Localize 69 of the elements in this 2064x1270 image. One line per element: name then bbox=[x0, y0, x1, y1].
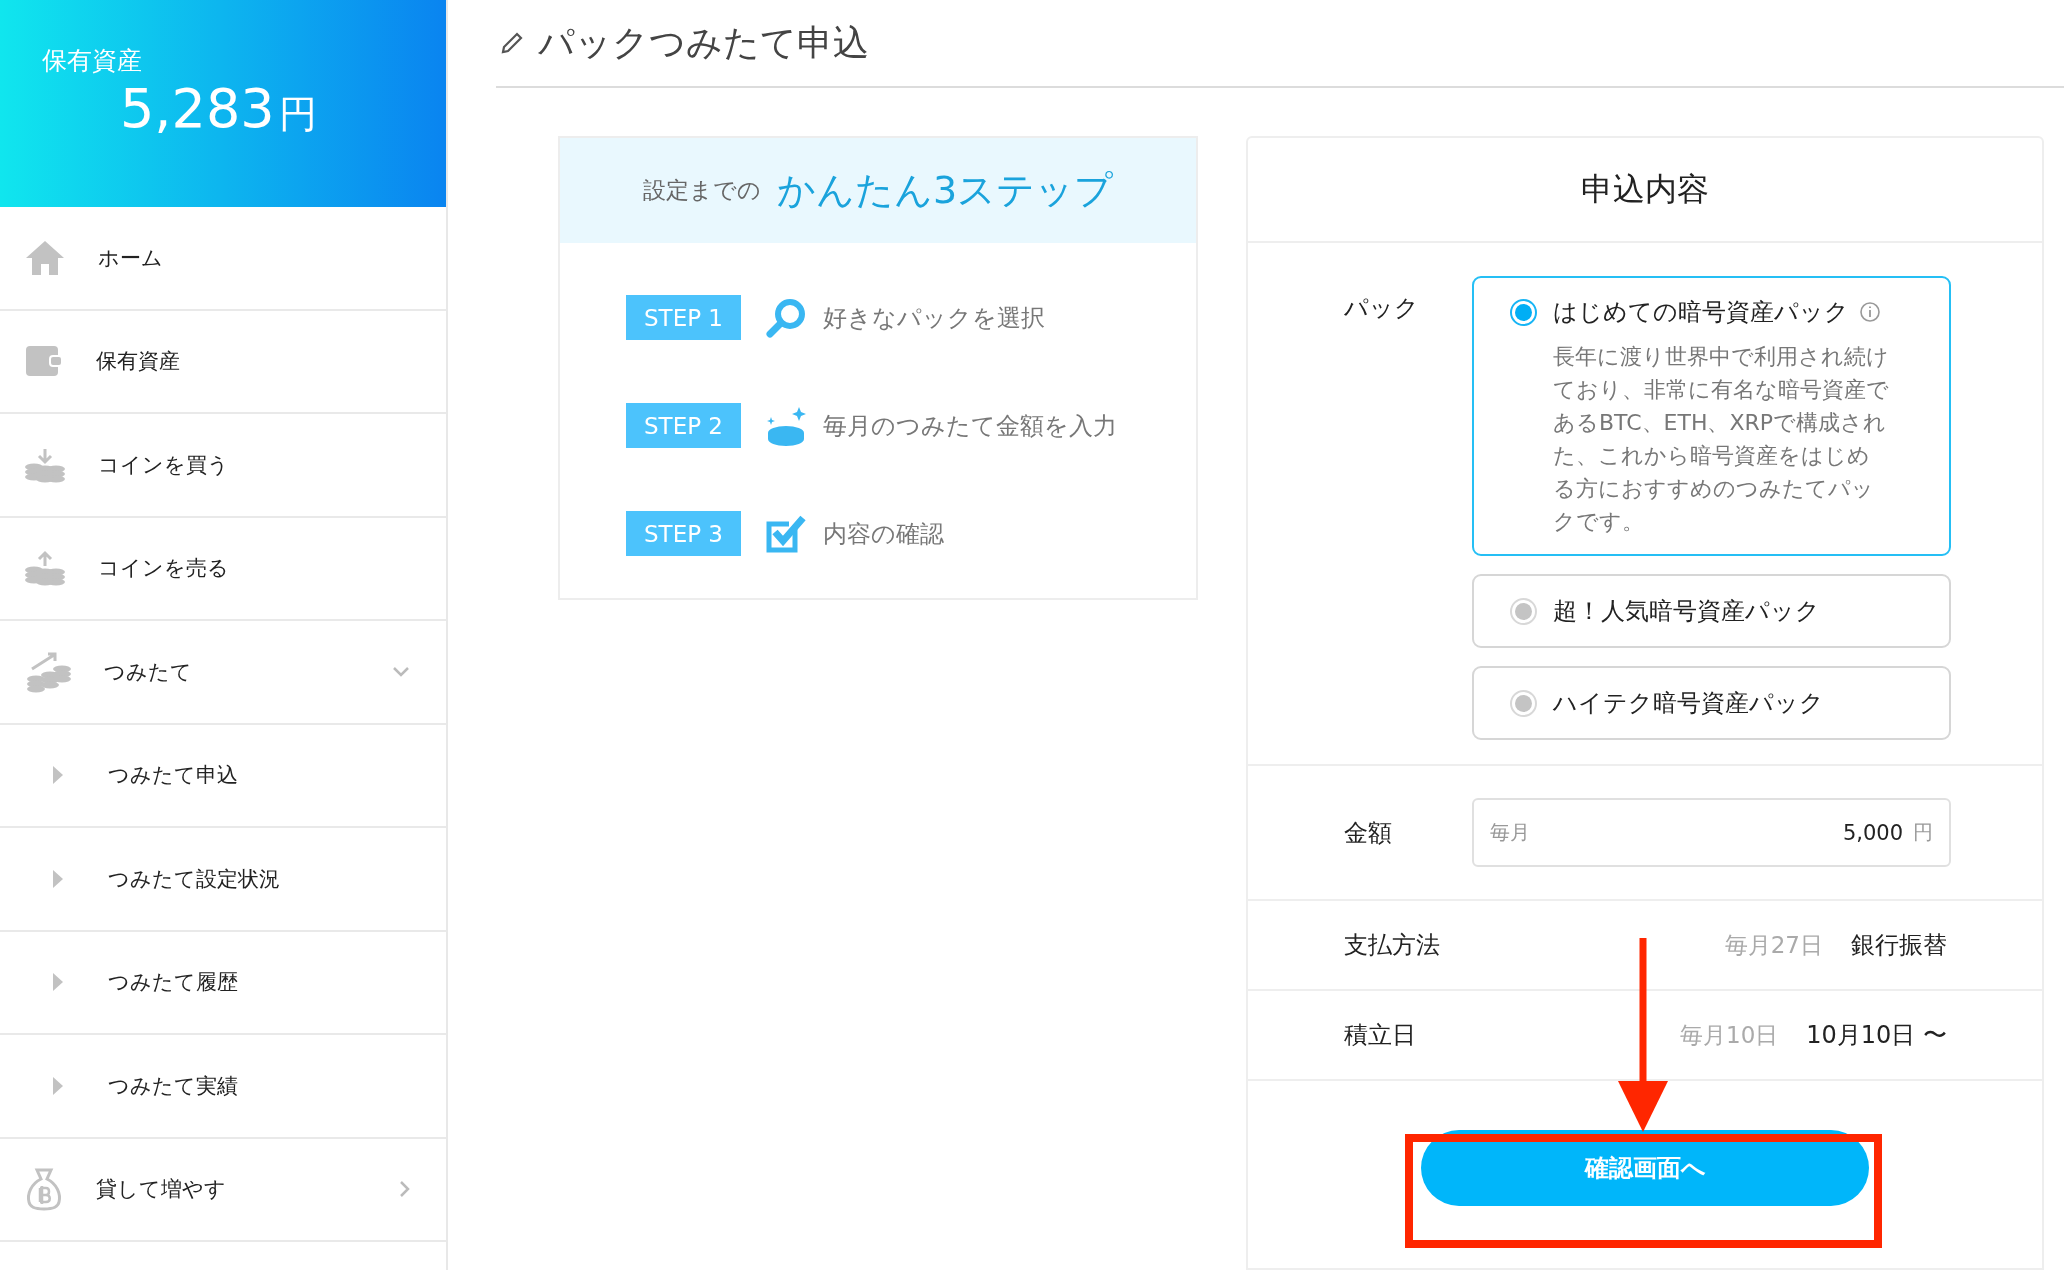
balance-label: 保有資産 bbox=[42, 45, 142, 77]
pack-name: ハイテク暗号資産パック bbox=[1553, 688, 1824, 719]
radio-button[interactable] bbox=[1510, 597, 1537, 625]
sidebar-item-label: 保有資産 bbox=[96, 348, 180, 376]
pack-name: 超！人気暗号資産パック bbox=[1553, 596, 1820, 627]
sidebar-subitem[interactable]: つみたて実績 bbox=[0, 1035, 446, 1139]
sidebar-item[interactable]: コインを売る bbox=[0, 517, 446, 621]
panel-title: 申込内容 bbox=[1581, 168, 1709, 210]
money-bag-icon bbox=[24, 1167, 64, 1212]
sidebar-item-label: ホーム bbox=[98, 244, 163, 272]
sidebar-item-label: つみたて実績 bbox=[108, 1072, 238, 1100]
sidebar-item[interactable]: 貸して増やす bbox=[0, 1138, 446, 1242]
sidebar-item-label: つみたて履歴 bbox=[108, 969, 238, 997]
field-label: 金額 bbox=[1343, 817, 1393, 849]
step-text: 内容の確認 bbox=[823, 518, 944, 550]
sidebar-subitem[interactable]: つみたて申込 bbox=[0, 724, 446, 828]
pack-option[interactable]: 超！人気暗号資産パック bbox=[1472, 574, 1951, 648]
checkbox-icon bbox=[765, 513, 807, 554]
pack-option[interactable]: はじめての暗号資産パック 長年に渡り世界中で利用され続けており、非常に有名な暗号資産であるBTC、ETH、XRPで構成された、これから暗号資産をはじめる方におすすめのつみたてパックです。 bbox=[1472, 276, 1951, 556]
sidebar-item-label: コインを売る bbox=[98, 555, 229, 583]
pencil-icon bbox=[500, 31, 524, 55]
coin-stack-icon bbox=[24, 650, 72, 693]
coin-stack-icon bbox=[24, 550, 66, 587]
steps-lead: 設定までの bbox=[642, 176, 761, 205]
sidebar-item[interactable]: つみたて bbox=[0, 621, 446, 725]
sidebar-item[interactable]: コインを買う bbox=[0, 414, 446, 518]
field-label: 支払方法 bbox=[1343, 930, 1441, 961]
wallet-icon bbox=[24, 344, 64, 379]
triangle-right-icon bbox=[52, 972, 64, 993]
steps-headline: かんたん3ステップ bbox=[776, 167, 1114, 214]
pack-description: 長年に渡り世界中で利用され続けており、非常に有名な暗号資産であるBTC、ETH、XRPで構成された、これから暗号資産をはじめる方におすすめのつみたてパックです。 bbox=[1553, 343, 1890, 536]
sidebar-subitem[interactable]: つみたて履歴 bbox=[0, 931, 446, 1035]
step-text: 毎月のつみたて金額を入力 bbox=[823, 410, 1117, 442]
triangle-right-icon bbox=[52, 1075, 64, 1096]
coin-stack-icon bbox=[24, 446, 66, 483]
radio-button[interactable] bbox=[1510, 298, 1537, 326]
page-title: パックつみたて申込 bbox=[538, 20, 869, 65]
sidebar-item[interactable]: ホーム bbox=[0, 207, 446, 311]
field-prefix: 毎月 bbox=[1490, 819, 1530, 846]
radio-button[interactable] bbox=[1510, 689, 1537, 717]
sidebar-subitem[interactable]: つみたて設定状況 bbox=[0, 828, 446, 932]
info-icon[interactable] bbox=[1859, 301, 1881, 323]
search-icon bbox=[765, 296, 807, 339]
pack-option[interactable]: ハイテク暗号資産パック bbox=[1472, 666, 1951, 740]
field-label: パック bbox=[1343, 293, 1420, 324]
currency-unit: 円 bbox=[278, 91, 317, 138]
triangle-right-icon bbox=[52, 868, 64, 889]
sidebar-item-label: つみたて設定状況 bbox=[108, 865, 280, 893]
field-note: 毎月10日 bbox=[1680, 1020, 1779, 1050]
step-badge: STEP 1 bbox=[626, 295, 741, 340]
sidebar-item-label: コインを買う bbox=[98, 451, 229, 479]
step-badge: STEP 3 bbox=[626, 511, 741, 556]
step-badge: STEP 2 bbox=[626, 403, 741, 448]
amount-field[interactable]: 毎月 5,000 円 bbox=[1472, 798, 1951, 867]
sidebar-item-label: 貸して増やす bbox=[96, 1176, 226, 1204]
field-value: 10月10日 〜 bbox=[1806, 1020, 1947, 1051]
field-unit: 円 bbox=[1913, 819, 1933, 846]
pack-name: はじめての暗号資産パック bbox=[1553, 297, 1849, 328]
amount-input[interactable]: 5,000 bbox=[1538, 819, 1905, 846]
home-icon bbox=[24, 238, 66, 277]
sidebar-item[interactable]: 保有資産 bbox=[0, 310, 446, 414]
field-value: 銀行振替 bbox=[1851, 930, 1947, 961]
step-text: 好きなパックを選択 bbox=[823, 302, 1045, 334]
sidebar-item-label: つみたて申込 bbox=[108, 762, 238, 790]
triangle-right-icon bbox=[52, 765, 64, 786]
balance-amount: 5,283 bbox=[120, 77, 275, 140]
sidebar-item-label: つみたて bbox=[104, 658, 192, 686]
field-label: 積立日 bbox=[1343, 1020, 1417, 1051]
field-note: 毎月27日 bbox=[1724, 930, 1823, 960]
